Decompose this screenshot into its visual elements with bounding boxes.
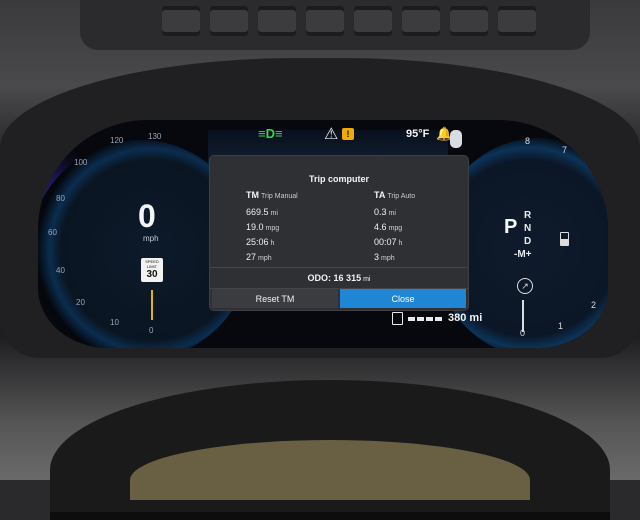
- headlight-icon: ≡D≡: [258, 126, 283, 141]
- speed-limit-value: 30: [146, 269, 158, 280]
- odometer-value: 16 315: [333, 273, 362, 283]
- speed-tick: 0: [149, 326, 154, 335]
- speed-tick: 120: [110, 136, 124, 145]
- ta-avg-speed: 3 mph: [374, 252, 395, 262]
- speed-tick: 40: [56, 266, 65, 275]
- trip-auto-header: TA Trip Auto: [374, 190, 415, 200]
- vent-slot: [498, 6, 536, 36]
- trip-manual-header: TM Trip Manual: [246, 190, 298, 200]
- vent-slot: [210, 6, 248, 36]
- ta-distance: 0.3 mi: [374, 207, 396, 217]
- speed-tick: 60: [48, 228, 57, 237]
- speed-limit-label: SPEED LIMIT: [145, 259, 159, 269]
- vent-slot: [450, 6, 488, 36]
- dialog-title: Trip computer: [308, 174, 369, 184]
- tm-time: 25:06 h: [246, 237, 275, 247]
- vent-slot: [306, 6, 344, 36]
- gear-current: P: [504, 216, 518, 238]
- close-button[interactable]: Close: [340, 289, 466, 308]
- ta-time: 00:07 h: [374, 237, 403, 247]
- drive-mode-icon: ↗: [517, 278, 533, 294]
- rpm-tick: 7: [562, 145, 568, 155]
- rpm-tick: 8: [525, 136, 531, 146]
- car-door-icon: [450, 130, 462, 148]
- tm-consumption: 19.0 mpg: [246, 222, 280, 232]
- odometer-label: ODO:: [307, 273, 332, 283]
- rpm-tick: 1: [558, 321, 564, 331]
- rpm-tick: 2: [591, 300, 597, 310]
- vent-slot: [258, 6, 296, 36]
- outside-temperature: 95°F: [406, 128, 430, 140]
- instrument-cluster: 130 120 100 80 60 40 20 10 0 0 mph SPEED…: [38, 120, 608, 348]
- range-readout: 380 mi: [448, 312, 483, 324]
- trip-auto-code: TA: [374, 190, 386, 200]
- gear-option-d: D: [524, 236, 532, 247]
- rpm-needle: [522, 300, 524, 332]
- speed-limit-sign: SPEED LIMIT 30: [141, 258, 163, 282]
- trip-manual-label: Trip Manual: [261, 193, 298, 200]
- speed-unit: mph: [143, 234, 159, 243]
- tm-distance: 669.5 mi: [246, 207, 278, 217]
- odometer-row: ODO: 16 315 mi: [210, 267, 468, 289]
- rpm-tick: 6: [594, 164, 600, 174]
- battery-icon: [560, 232, 569, 246]
- speed-tick: 20: [76, 298, 85, 307]
- trip-manual-code: TM: [246, 190, 259, 200]
- fuel-level-bar: [408, 317, 444, 321]
- trip-computer-dialog: Trip computer TM Trip Manual TA Trip Auto …: [210, 156, 468, 310]
- gear-option-n: N: [524, 223, 532, 234]
- speed-needle: [151, 290, 153, 320]
- speed-tick: 10: [110, 318, 119, 327]
- gear-option-r: R: [524, 210, 532, 221]
- speed-readout: 0: [138, 198, 156, 234]
- engine-warning-icon: !: [342, 128, 354, 140]
- vent-slot: [402, 6, 440, 36]
- odometer-unit: mi: [363, 276, 371, 283]
- speed-tick: 130: [148, 132, 162, 141]
- vent-slot: [354, 6, 392, 36]
- speed-tick: 100: [74, 158, 88, 167]
- ta-consumption: 4.6 mpg: [374, 222, 403, 232]
- warning-triangle-icon: ⚠: [324, 126, 339, 143]
- tm-avg-speed: 27 mph: [246, 252, 272, 262]
- gear-option-manual: -M+: [514, 249, 532, 260]
- fuel-pump-icon: [392, 312, 403, 325]
- reset-tm-button[interactable]: Reset TM: [212, 289, 338, 308]
- air-vent: [80, 0, 590, 50]
- trip-auto-label: Trip Auto: [387, 193, 416, 200]
- speed-tick: 80: [56, 194, 65, 203]
- vent-slot: [162, 6, 200, 36]
